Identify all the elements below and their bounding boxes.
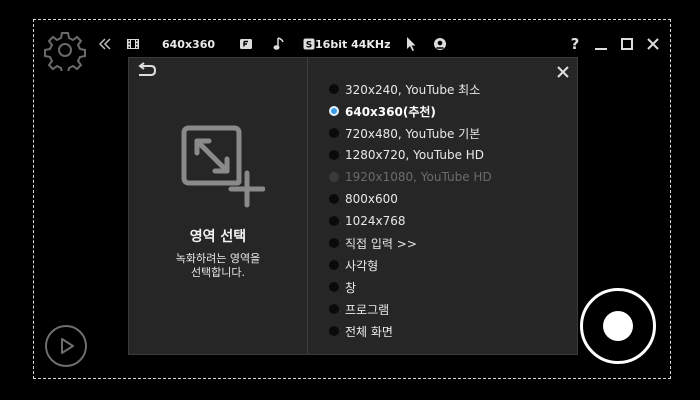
- area-description: 녹화하려는 영역을 선택합니다.: [129, 252, 307, 280]
- record-button[interactable]: [580, 288, 656, 364]
- size-option-program[interactable]: 프로그램: [329, 298, 492, 320]
- close-window-button[interactable]: [644, 35, 662, 53]
- double-chevron-left-icon: [98, 38, 111, 50]
- option-label: 전체 화면: [345, 324, 393, 339]
- top-toolbar: 640x360 S 16bit 44KHz: [98, 33, 447, 55]
- size-option-fullscreen[interactable]: 전체 화면: [329, 320, 492, 342]
- radio-icon: [329, 282, 339, 292]
- radio-icon: [329, 172, 339, 182]
- back-arrow-icon: [138, 62, 157, 76]
- size-option-rectangle[interactable]: 사각형: [329, 254, 492, 276]
- music-note-icon: [273, 37, 284, 50]
- size-option-window[interactable]: 창: [329, 276, 492, 298]
- webcam-icon: [433, 38, 446, 50]
- maximize-icon: [621, 38, 633, 50]
- audio-setting-icon: S: [303, 38, 315, 50]
- file-format-icon: [240, 39, 253, 49]
- play-button[interactable]: [45, 325, 87, 367]
- radio-selected-icon: [329, 106, 339, 116]
- area-title: 영역 선택: [189, 229, 247, 245]
- maximize-button[interactable]: [618, 35, 636, 53]
- option-label: 사각형: [345, 258, 379, 273]
- video-size-label: 640x360: [162, 37, 216, 51]
- sound-button[interactable]: [273, 37, 285, 51]
- radio-icon: [329, 150, 339, 160]
- webcam-button[interactable]: [433, 37, 447, 51]
- option-label: 1920x1080, YouTube HD: [345, 170, 492, 184]
- window-controls: ?: [566, 33, 670, 55]
- area-description-line2: 선택합니다.: [190, 266, 246, 279]
- close-icon: [647, 38, 659, 50]
- film-icon: [127, 39, 139, 49]
- minimize-icon: [595, 48, 607, 50]
- gear-icon: [44, 32, 86, 74]
- area-select-icon: [181, 125, 265, 208]
- area-select-panel: 영역 선택 녹화하려는 영역을 선택합니다. 320x240, YouTube …: [128, 57, 578, 355]
- radio-icon: [329, 194, 339, 204]
- record-icon: [603, 311, 633, 341]
- svg-text:S: S: [306, 41, 312, 51]
- size-option-640x360[interactable]: 640x360(추천): [329, 100, 492, 122]
- size-option-list: 320x240, YouTube 최소 640x360(추천) 720x480,…: [329, 78, 492, 342]
- settings-button[interactable]: [44, 29, 86, 74]
- radio-icon: [329, 128, 339, 138]
- radio-icon: [329, 326, 339, 336]
- area-description-line1: 녹화하려는 영역을: [175, 252, 261, 265]
- option-label: 창: [345, 280, 357, 295]
- radio-icon: [329, 260, 339, 270]
- option-label: 640x360(추천): [345, 104, 436, 119]
- video-size-button[interactable]: 640x360: [126, 38, 215, 51]
- audio-quality-label: 16bit 44KHz: [315, 37, 391, 51]
- back-button[interactable]: [136, 62, 158, 80]
- panel-close-button[interactable]: [555, 64, 571, 80]
- option-label: 프로그램: [345, 302, 390, 317]
- minimize-button[interactable]: [592, 35, 610, 53]
- radio-icon: [329, 84, 339, 94]
- option-label: 320x240, YouTube 최소: [345, 82, 481, 97]
- option-label: 720x480, YouTube 기본: [345, 126, 481, 141]
- option-label: 1024x768: [345, 214, 406, 228]
- radio-icon: [329, 304, 339, 314]
- collapse-button[interactable]: [98, 38, 112, 50]
- size-option-1920x1080: 1920x1080, YouTube HD: [329, 166, 492, 188]
- option-label: 800x600: [345, 192, 398, 206]
- radio-icon: [329, 216, 339, 226]
- area-info-pane: 영역 선택 녹화하려는 영역을 선택합니다.: [129, 58, 308, 354]
- size-option-720x480[interactable]: 720x480, YouTube 기본: [329, 122, 492, 144]
- option-label: 직접 입력 >>: [345, 236, 417, 251]
- cursor-effect-button[interactable]: [405, 36, 417, 52]
- format-button[interactable]: [239, 38, 253, 50]
- size-option-800x600[interactable]: 800x600: [329, 188, 492, 210]
- play-icon: [61, 338, 74, 354]
- mouse-cursor-icon: [406, 37, 416, 51]
- help-label: ?: [570, 35, 580, 53]
- radio-icon: [329, 238, 339, 248]
- option-label: 1280x720, YouTube HD: [345, 148, 485, 162]
- audio-quality-button[interactable]: S 16bit 44KHz: [303, 37, 391, 51]
- size-option-1280x720[interactable]: 1280x720, YouTube HD: [329, 144, 492, 166]
- size-option-320x240[interactable]: 320x240, YouTube 최소: [329, 78, 492, 100]
- help-button[interactable]: ?: [566, 35, 584, 53]
- close-icon: [557, 66, 569, 78]
- size-option-custom[interactable]: 직접 입력 >>: [329, 232, 492, 254]
- size-option-1024x768[interactable]: 1024x768: [329, 210, 492, 232]
